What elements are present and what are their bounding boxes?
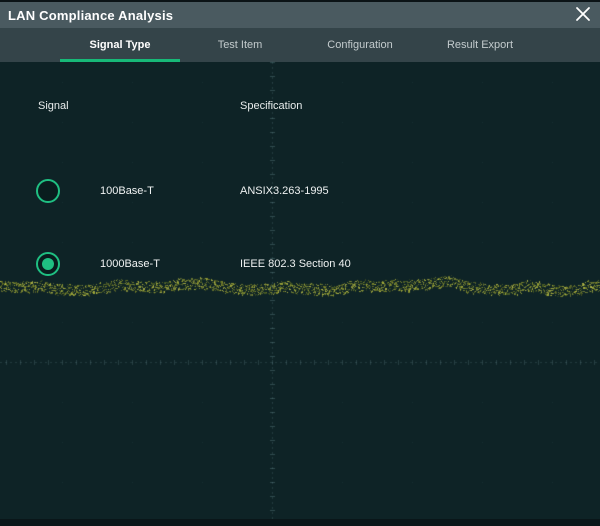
oscilloscope-screen: LAN Compliance Analysis Signal TypeTest …	[0, 0, 600, 526]
screen-bottom-edge	[0, 519, 600, 526]
signal-label: 1000Base-T	[100, 258, 160, 270]
specification-label: IEEE 802.3 Section 40	[240, 258, 351, 270]
signal-row-100base-t[interactable]: 100Base-T ANSIX3.263-1995	[0, 168, 600, 214]
column-header-specification: Specification	[240, 96, 302, 116]
radio-100base-t[interactable]	[36, 179, 60, 203]
table-header-row: Signal Specification	[0, 96, 600, 116]
specification-label: ANSIX3.263-1995	[240, 185, 329, 197]
signal-label: 100Base-T	[100, 185, 154, 197]
radio-1000base-t-selected[interactable]	[36, 252, 60, 276]
signal-row-1000base-t[interactable]: 1000Base-T IEEE 802.3 Section 40	[0, 241, 600, 287]
radio-dot	[42, 258, 54, 270]
column-header-signal: Signal	[38, 96, 69, 116]
